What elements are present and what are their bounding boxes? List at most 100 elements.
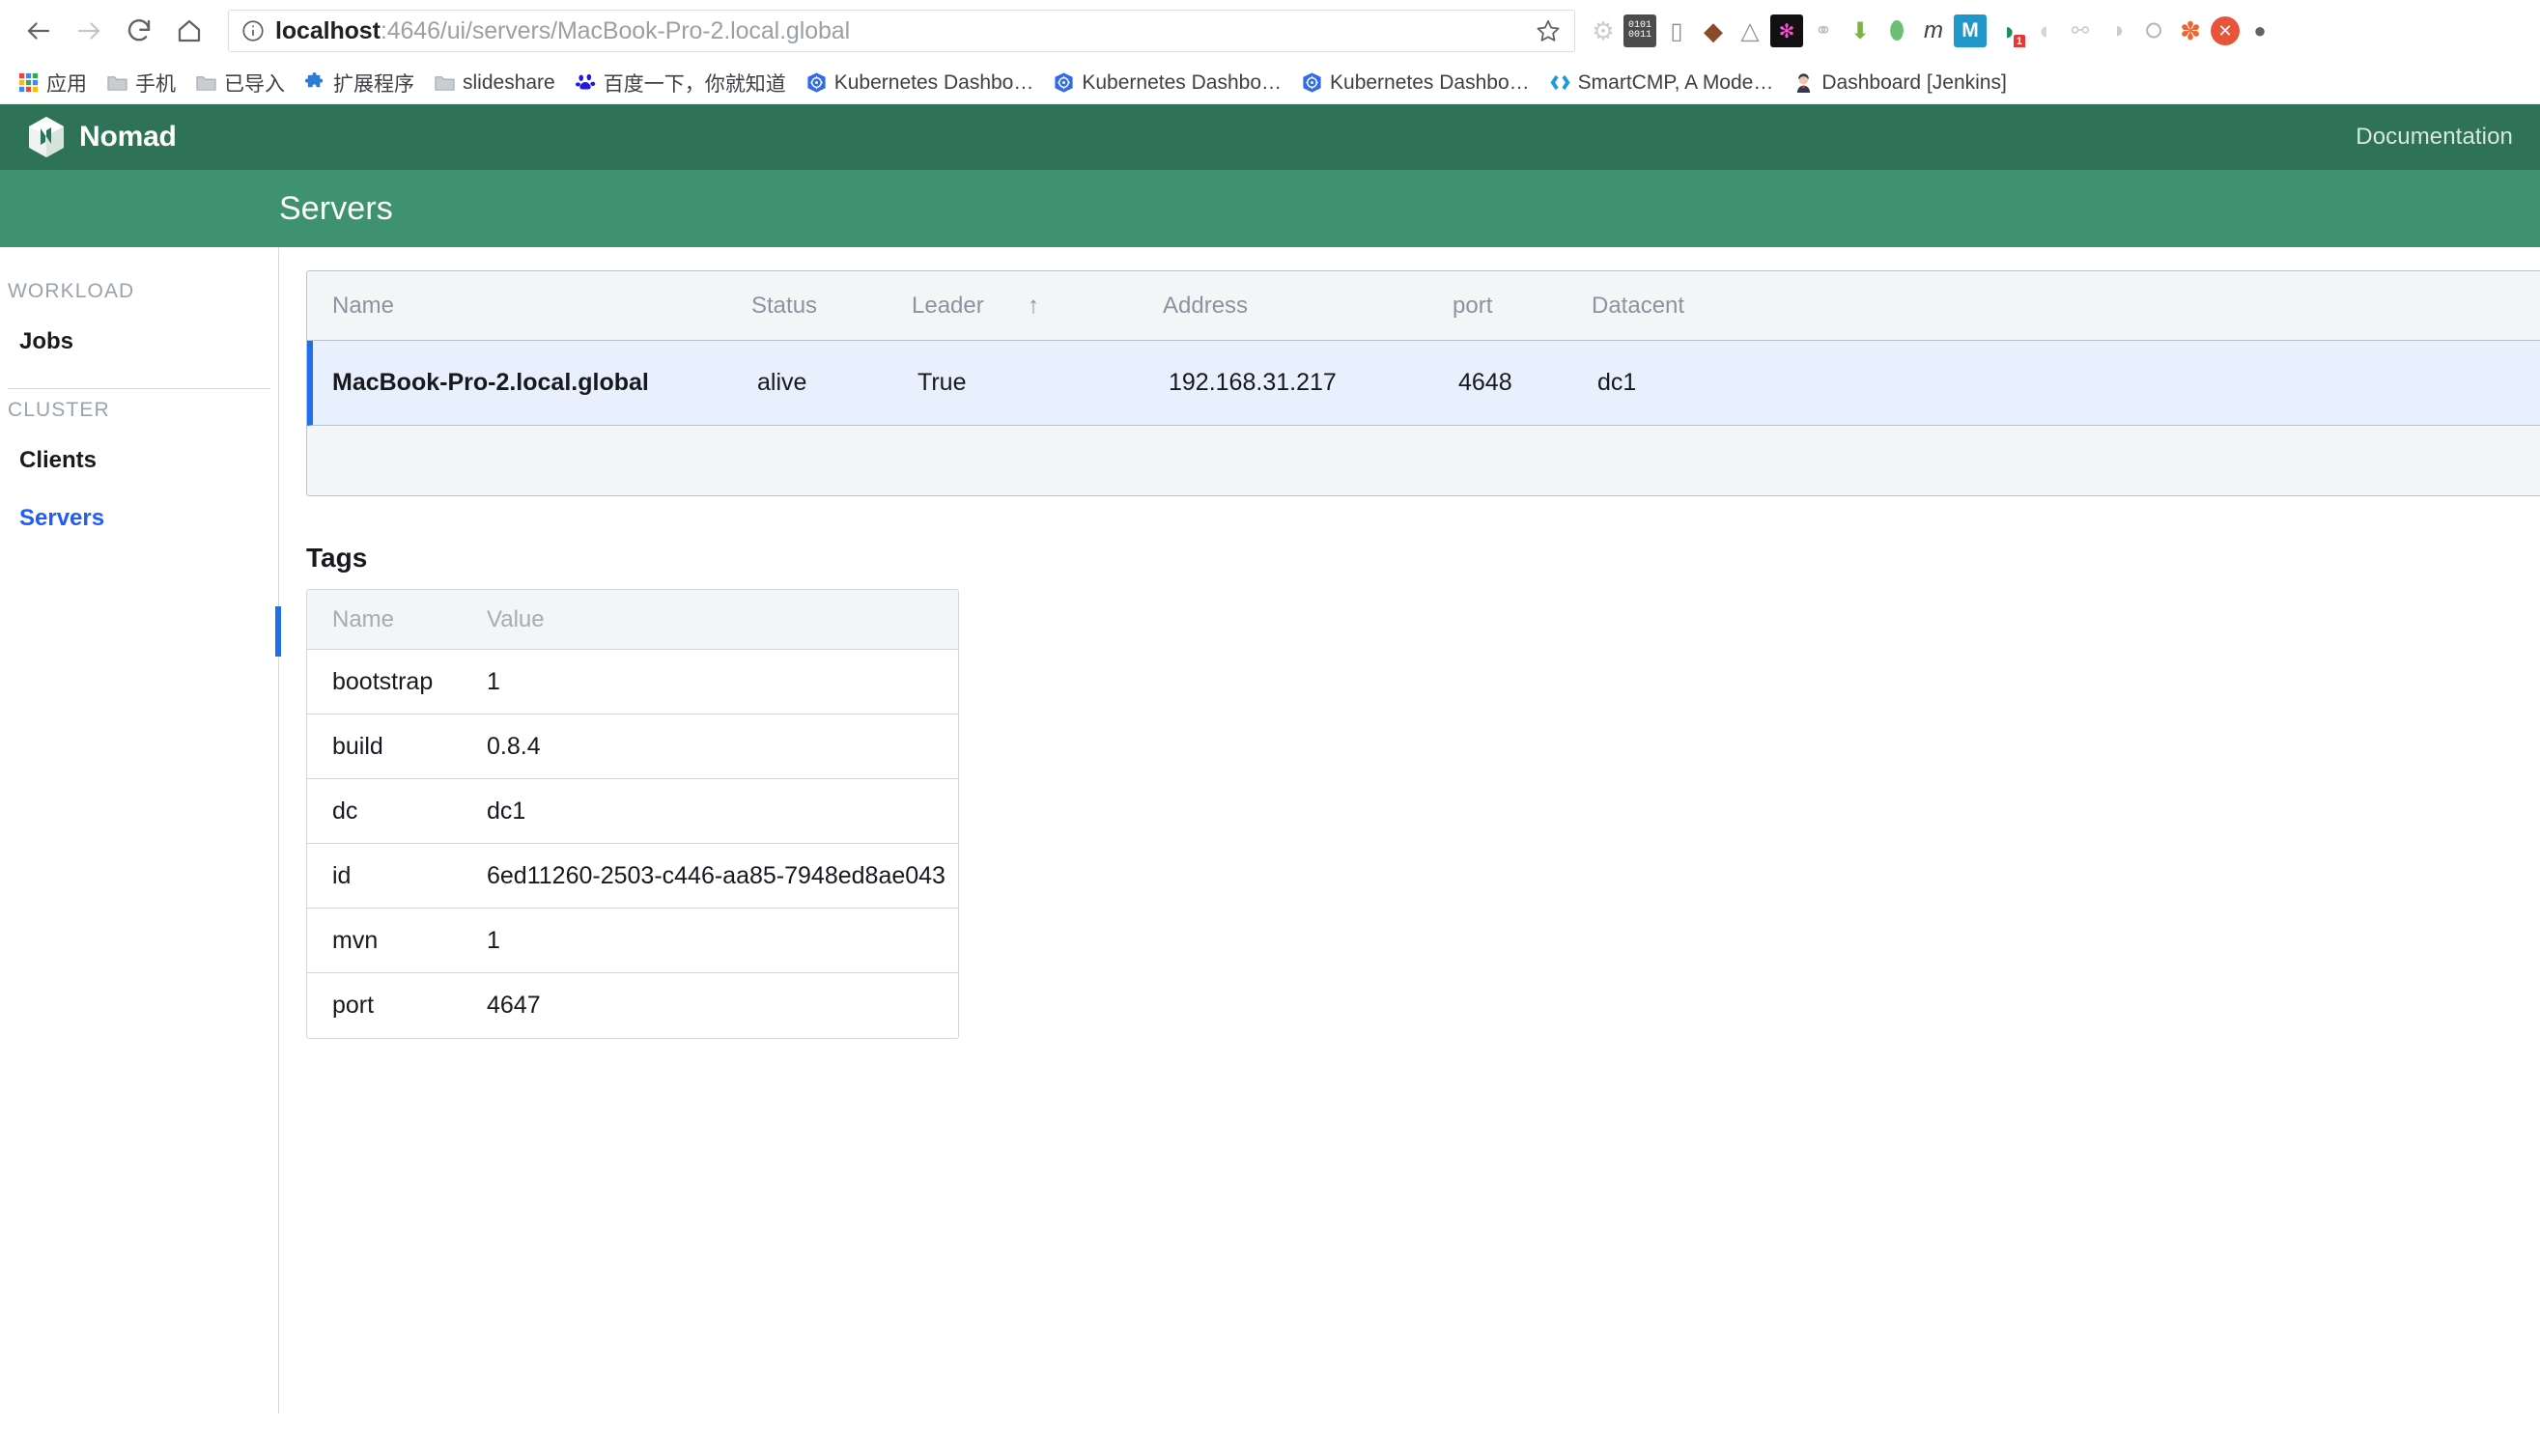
extension-icons-strip: ⚙ 0101 0011 ▯ ◆ △ ✻ ⚭ ⬇ ⬮ m M ◑ 1 ◖ ⚯ ◑ ⭘ … — [1585, 14, 2526, 47]
momentum-m-icon[interactable]: m — [1917, 14, 1950, 47]
bookmark-label: 扩展程序 — [333, 72, 414, 96]
cell-tag-value: 1 — [487, 926, 500, 954]
column-header-port[interactable]: port — [1453, 293, 1592, 320]
table-row[interactable]: MacBook-Pro-2.local.global alive True 19… — [307, 341, 2540, 426]
bookmark-star-icon[interactable] — [1534, 17, 1563, 44]
sitemap-icon[interactable]: ⚯ — [2064, 14, 2097, 47]
browser-chrome: localhost:4646/ui/servers/MacBook-Pro-2.… — [0, 0, 2540, 104]
bookmark-label: Kubernetes Dashbo… — [1330, 70, 1530, 94]
bookmark-folder-imported[interactable]: 已导入 — [187, 64, 293, 102]
nomad-app: Nomad Documentation Servers WORKLOAD Job… — [0, 104, 2540, 1414]
kubernetes-helm-icon — [807, 72, 826, 93]
bookmark-label: slideshare — [463, 70, 555, 94]
sort-ascending-icon[interactable]: ↑ — [1028, 293, 1163, 320]
home-button[interactable] — [164, 6, 214, 56]
info-circle-icon[interactable] — [240, 18, 266, 43]
sidebar-group-workload-label: WORKLOAD — [8, 280, 135, 302]
column-header-name[interactable]: Name — [307, 293, 751, 320]
tags-table: Name Value bootstrap 1 build 0.8.4 dc dc… — [306, 589, 959, 1039]
list-item: build 0.8.4 — [307, 714, 958, 779]
main-content: Name Status Leader ↑ Address port Datace… — [279, 247, 2540, 1414]
bookmark-kubernetes-dashboard-1[interactable]: Kubernetes Dashbo… — [798, 67, 1042, 99]
bookmark-label: 手机 — [135, 72, 176, 96]
bookmark-folder-phone[interactable]: 手机 — [99, 64, 183, 102]
forward-button[interactable] — [64, 6, 114, 56]
servers-table: Name Status Leader ↑ Address port Datace… — [306, 270, 2540, 496]
bookmark-baidu[interactable]: 百度一下，你就知道 — [567, 64, 794, 102]
notification-badge-icon[interactable]: ◑ 1 — [1990, 14, 2025, 47]
folder-icon — [107, 76, 127, 91]
servers-table-header-row: Name Status Leader ↑ Address port Datace… — [307, 271, 2540, 341]
reload-button[interactable] — [114, 6, 164, 56]
column-header-tag-value[interactable]: Value — [487, 606, 958, 633]
address-bar-text[interactable]: localhost:4646/ui/servers/MacBook-Pro-2.… — [275, 17, 1534, 45]
list-item: bootstrap 1 — [307, 650, 958, 714]
list-item: port 4647 — [307, 973, 958, 1038]
bookmark-kubernetes-dashboard-3[interactable]: Kubernetes Dashbo… — [1293, 67, 1538, 99]
bookmark-label: 应用 — [46, 72, 87, 96]
bookmark-label: Dashboard [Jenkins] — [1821, 70, 2007, 94]
cell-tag-name: port — [332, 992, 375, 1019]
column-header-tag-name[interactable]: Name — [307, 606, 487, 633]
bulb-outline-icon[interactable]: ◑ — [2101, 14, 2133, 47]
bookmark-extensions[interactable]: 扩展程序 — [296, 64, 422, 102]
sidebar-active-indicator — [275, 606, 281, 657]
gray-leaf-icon[interactable]: ◖ — [2027, 14, 2060, 47]
profile-avatar-icon[interactable]: ● — [2244, 14, 2276, 47]
list-item: mvn 1 — [307, 909, 958, 973]
sidebar-item-clients[interactable]: Clients — [0, 432, 278, 490]
url-path: :4646/ui/servers/MacBook-Pro-2.local.glo… — [380, 16, 851, 44]
binary-code-icon[interactable]: 0101 0011 — [1623, 14, 1656, 47]
column-header-datacenter[interactable]: Datacent — [1592, 293, 1785, 320]
list-item: id 6ed11260-2503-c446-aa85-7948ed8ae043 — [307, 844, 958, 909]
bookmarks-bar: 应用 手机 已导入 扩展程序 slideshare 百度一下，你就知道 Kube… — [0, 62, 2540, 104]
nomad-brand[interactable]: Nomad — [27, 116, 177, 158]
documentation-link[interactable]: Documentation — [2356, 124, 2513, 151]
bookmark-smartcmp[interactable]: SmartCMP, A Mode… — [1541, 67, 1782, 99]
list-item: dc dc1 — [307, 779, 958, 844]
bookmark-apps[interactable]: 应用 — [10, 64, 95, 102]
question-diamond-icon[interactable]: ◆ — [1697, 14, 1730, 47]
bookmark-label: Kubernetes Dashbo… — [1082, 70, 1283, 94]
mobile-device-icon[interactable]: ▯ — [1660, 14, 1693, 47]
column-header-address[interactable]: Address — [1163, 293, 1453, 320]
cell-tag-name: build — [332, 732, 383, 760]
network-graph-icon[interactable]: ⚭ — [1807, 14, 1840, 47]
app-body: WORKLOAD Jobs CLUSTER Clients Servers Na… — [0, 247, 2540, 1414]
adblock-shield-icon[interactable]: △ — [1734, 14, 1766, 47]
colorful-burst-icon[interactable]: ✻ — [1770, 14, 1803, 47]
nomad-global-header: Nomad Documentation — [0, 104, 2540, 170]
cell-server-status: alive — [757, 369, 807, 396]
nomad-page-subheader: Servers — [0, 170, 2540, 247]
folder-icon — [196, 76, 216, 91]
orange-blob-icon[interactable]: ✽ — [2174, 14, 2207, 47]
bookmark-kubernetes-dashboard-2[interactable]: Kubernetes Dashbo… — [1045, 67, 1289, 99]
brand-name: Nomad — [79, 121, 177, 153]
bookmark-label: SmartCMP, A Mode… — [1577, 70, 1774, 94]
column-header-status[interactable]: Status — [751, 293, 912, 320]
column-header-leader[interactable]: Leader — [912, 293, 1028, 320]
download-arrow-icon[interactable]: ⬇ — [1844, 14, 1877, 47]
tags-section-title: Tags — [306, 543, 368, 573]
bookmark-label: 百度一下，你就知道 — [603, 72, 786, 96]
sidebar-item-servers[interactable]: Servers — [0, 490, 278, 547]
bookmark-label: 已导入 — [224, 72, 285, 96]
cell-tag-name: bootstrap — [332, 667, 434, 695]
cell-server-port: 4648 — [1458, 369, 1512, 396]
evernote-m-icon[interactable]: M — [1954, 14, 1987, 47]
cell-server-datacenter: dc1 — [1597, 369, 1637, 396]
back-button[interactable] — [14, 6, 64, 56]
bookmark-jenkins-dashboard[interactable]: Dashboard [Jenkins] — [1785, 67, 2014, 99]
bookmark-folder-slideshare[interactable]: slideshare — [426, 67, 563, 99]
omnibox[interactable]: localhost:4646/ui/servers/MacBook-Pro-2.… — [228, 10, 1575, 52]
folder-icon — [435, 76, 455, 91]
location-pin-icon[interactable]: ⭘ — [2137, 14, 2170, 47]
sidebar-item-jobs[interactable]: Jobs — [0, 313, 278, 371]
cell-tag-value: 0.8.4 — [487, 732, 541, 760]
green-capsule-icon[interactable]: ⬮ — [1880, 14, 1913, 47]
browser-nav-bar: localhost:4646/ui/servers/MacBook-Pro-2.… — [0, 0, 2540, 62]
sidebar-group-cluster-label: CLUSTER — [8, 399, 110, 421]
gear-icon[interactable]: ⚙ — [1587, 14, 1620, 47]
nomad-cube-logo-icon — [29, 117, 64, 157]
red-circle-x-icon[interactable]: ✕ — [2211, 16, 2240, 45]
